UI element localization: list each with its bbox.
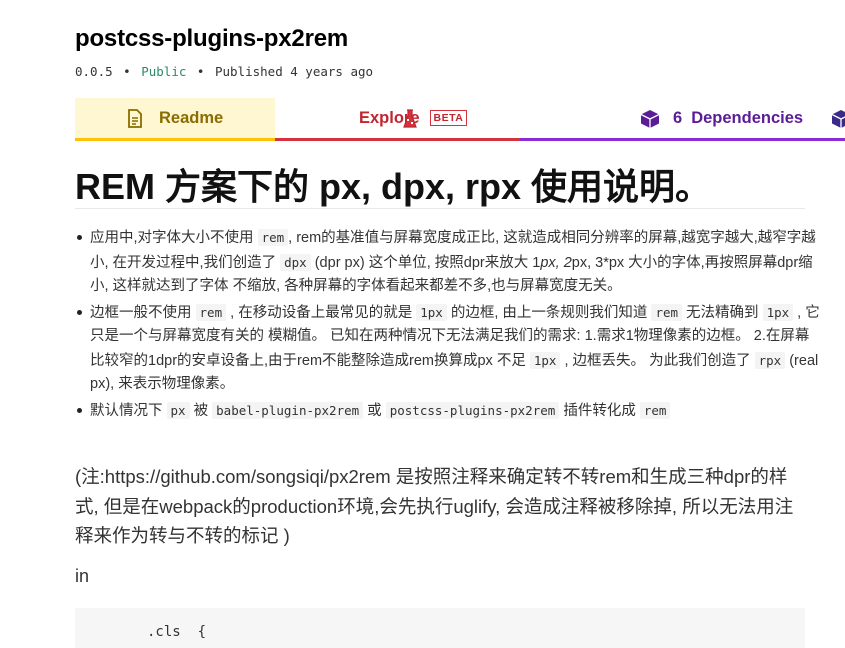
text: , 边框丢失。 为此我们创造了 bbox=[560, 352, 755, 369]
package-meta: 0.0.5 • Public • Published 4 years ago bbox=[75, 64, 373, 79]
inline-code: rem bbox=[195, 303, 227, 321]
text: 边框一般不使用 bbox=[90, 304, 196, 321]
package-published: Published 4 years ago bbox=[214, 64, 374, 79]
inline-code: rpx bbox=[754, 351, 786, 369]
text: 或 bbox=[363, 402, 386, 419]
package-version: 0.0.5 bbox=[75, 64, 113, 79]
inline-code: 1px bbox=[529, 351, 561, 369]
inline-code: px bbox=[166, 401, 190, 419]
text: 默认情况下 bbox=[90, 402, 167, 419]
dependency-count: 6 bbox=[673, 108, 683, 127]
inline-code: babel-plugin-px2rem bbox=[212, 401, 364, 419]
package-tabs: Readme Explore BETA 6 Dependencies bbox=[75, 98, 845, 142]
flask-icon bbox=[403, 109, 417, 128]
text: 插件转化成 bbox=[559, 402, 640, 419]
inline-code: 1px bbox=[762, 303, 794, 321]
inline-code: rem bbox=[257, 229, 289, 246]
meta-separator: • bbox=[123, 64, 131, 79]
document-icon bbox=[128, 109, 142, 128]
tab-readme[interactable]: Readme bbox=[75, 98, 275, 141]
text: 应用中,对字体大小不使用 bbox=[90, 230, 258, 246]
inline-code: dpx bbox=[280, 253, 311, 271]
beta-badge: BETA bbox=[429, 110, 468, 126]
emphasis-text: px, 2 bbox=[540, 254, 572, 271]
text: (dpr px) 这个单位, 按照dpr来放大 1 bbox=[310, 254, 541, 271]
list-item: 应用中,对字体大小不使用 rem, rem的基准值与屏幕宽度成正比, 这就造成相… bbox=[77, 226, 820, 299]
inline-code: rem bbox=[651, 303, 683, 321]
text: 无法精确到 bbox=[682, 304, 763, 321]
code-line: .cls { bbox=[147, 624, 207, 640]
package-visibility: Public bbox=[141, 64, 187, 79]
code-block: .cls { bbox=[75, 608, 805, 648]
package-title: postcss-plugins-px2rem bbox=[75, 25, 348, 52]
readme-heading: REM 方案下的 px, dpx, rpx 使用说明。 bbox=[75, 166, 712, 207]
inline-code: 1px bbox=[416, 303, 447, 321]
list-item: 边框一般不使用 rem , 在移动设备上最常见的就是 1px 的边框, 由上一条… bbox=[77, 301, 820, 397]
readme-in-label: in bbox=[75, 566, 90, 586]
tab-dependencies[interactable]: 6 Dependencies bbox=[520, 98, 845, 141]
inline-code: postcss-plugins-px2rem bbox=[385, 401, 560, 419]
heading-divider bbox=[75, 208, 805, 209]
list-item: 默认情况下 px 被 babel-plugin-px2rem 或 postcss… bbox=[77, 399, 820, 424]
text: 被 bbox=[189, 402, 213, 419]
tab-dependencies-label: Dependencies bbox=[691, 108, 804, 127]
cube-icon bbox=[640, 110, 660, 128]
readme-note: (注:https://github.com/songsiqi/px2rem 是按… bbox=[75, 466, 794, 546]
readme-list: 应用中,对字体大小不使用 rem, rem的基准值与屏幕宽度成正比, 这就造成相… bbox=[75, 226, 820, 425]
meta-separator: • bbox=[196, 64, 205, 79]
text: 的边框, 由上一条规则我们知道 bbox=[446, 304, 652, 321]
inline-code: rem bbox=[639, 401, 671, 419]
text: , 在移动设备上最常见的就是 bbox=[226, 304, 417, 321]
tab-readme-label: Readme bbox=[159, 108, 224, 127]
cube-icon[interactable] bbox=[831, 109, 845, 129]
tab-explore[interactable]: Explore BETA bbox=[275, 98, 520, 141]
